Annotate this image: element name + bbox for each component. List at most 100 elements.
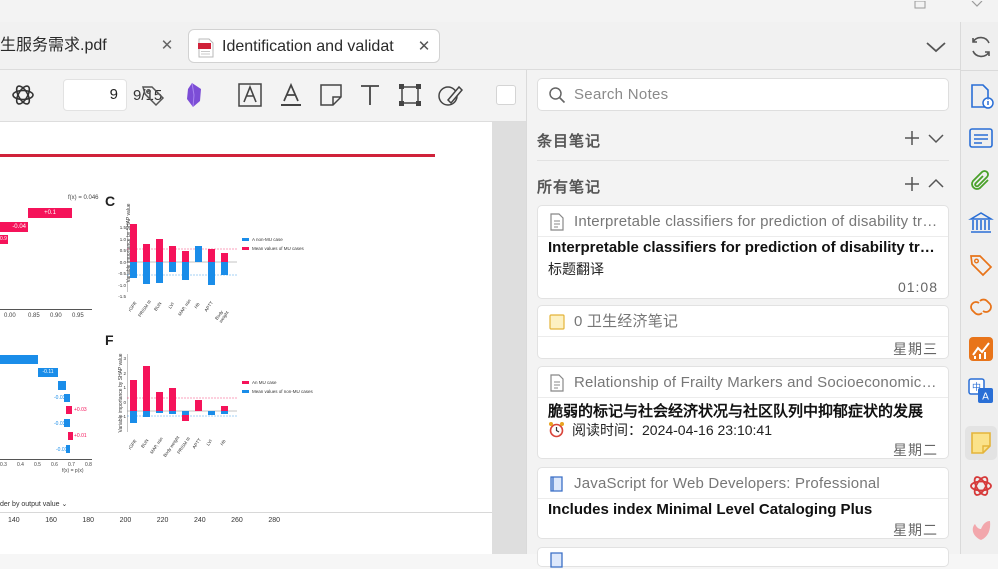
x-category: PRISM III	[137, 299, 153, 318]
maximize-icon[interactable]	[909, 0, 931, 10]
right-sidebar: 中A	[960, 22, 998, 554]
note-card-header: JavaScript for Web Developers: Professio…	[548, 474, 940, 494]
draw-pen-icon[interactable]	[437, 82, 464, 108]
x-category: rGFR	[127, 438, 138, 451]
legend-label: An MU case	[252, 380, 277, 385]
panel-f-yticks: 3 2 1 0 -1	[118, 352, 126, 432]
pdf-toolbar: 9 9/15	[0, 70, 526, 122]
legend-label: Mean values of MU cases	[252, 246, 304, 251]
axis-tick: 0.5	[119, 248, 126, 253]
translate-icon[interactable]: 中A	[968, 378, 994, 404]
axis-tick: 140	[8, 517, 20, 524]
color-picker-swatch[interactable]	[496, 85, 516, 105]
item-info-icon[interactable]	[968, 83, 994, 109]
waterfall-bar	[58, 381, 66, 390]
x-category: BUN	[139, 438, 150, 449]
axis-tick: 0.6	[51, 462, 58, 468]
note-card[interactable]	[537, 547, 949, 568]
metrics-chart-icon[interactable]	[968, 336, 994, 362]
add-note-icon[interactable]	[903, 175, 923, 195]
note-card[interactable]: Relationship of Frailty Markers and Soci…	[537, 366, 949, 459]
abstract-icon[interactable]	[968, 125, 994, 151]
obsidian-icon[interactable]	[181, 82, 207, 108]
search-box[interactable]	[537, 78, 949, 111]
waterfall-bar: -0.04	[0, 222, 28, 232]
panel-c-legend: A non-MU case Mean values of MU cases	[242, 235, 304, 253]
tab-document-2[interactable]: Identification and validat ✕	[188, 29, 440, 63]
window-top-strip	[0, 0, 998, 22]
axis-tick: 240	[193, 517, 206, 524]
axis-tick: 260	[231, 517, 243, 524]
page-number-input[interactable]: 9	[63, 79, 127, 111]
waterfall-label: +0.03	[74, 407, 87, 413]
svg-text:A: A	[982, 392, 989, 403]
sidebar-divider	[961, 70, 998, 71]
waterfall-output-label: f(x) = p(x)	[62, 468, 84, 474]
area-select-icon[interactable]	[397, 82, 423, 108]
library-icon[interactable]	[968, 210, 994, 236]
axis-tick: 0.90	[50, 313, 62, 319]
note-card[interactable]: 0 卫生经济笔记 星期三	[537, 305, 949, 359]
document-icon	[550, 374, 564, 392]
add-item-note-icon[interactable]	[903, 129, 923, 149]
note-source-title: 0 卫生经济笔记	[574, 313, 679, 330]
text-tool-icon[interactable]	[357, 82, 383, 108]
x-category: BUN	[152, 301, 163, 312]
waterfall-bar	[66, 406, 72, 414]
note-source-title: Interpretable classifiers for prediction…	[574, 213, 940, 230]
search-notes-input[interactable]	[574, 79, 934, 110]
x-category: Body weight	[214, 309, 230, 324]
panel-c-yticks: 1.5 1.0 0.5 0.0 -0.5 -1.0 -1.5	[116, 222, 126, 302]
note-body-text: 阅读时间：2024-04-16 23:10:41	[572, 422, 772, 438]
legend-entry: Mean values of non-MU cases	[242, 387, 313, 396]
axis-tick: 0.3	[0, 462, 7, 468]
pdf-file-icon	[197, 37, 215, 62]
axis-tick: 3	[123, 356, 126, 361]
notes-icon[interactable]	[968, 430, 994, 456]
waterfall-bar	[64, 394, 70, 402]
waterfall-bar	[68, 432, 73, 440]
legend-label: Mean values of non-MU cases	[252, 389, 313, 394]
axis-tick: 0.5	[34, 462, 41, 468]
axis-tick: 160	[45, 517, 57, 524]
pdf-scrollbar[interactable]	[512, 122, 522, 554]
sync-icon[interactable]	[968, 34, 994, 60]
axis-tick: 0	[123, 399, 126, 405]
tag-icon[interactable]	[968, 252, 994, 278]
note-body: 标题翻译	[548, 261, 604, 277]
axis-tick: 200	[119, 517, 132, 524]
note-card[interactable]: Interpretable classifiers for prediction…	[537, 205, 949, 299]
tab-document-1[interactable]: 生服务需求.pdf	[0, 29, 150, 63]
openai-icon[interactable]	[10, 82, 36, 108]
note-card[interactable]: JavaScript for Web Developers: Professio…	[537, 467, 949, 539]
axis-tick: -1	[121, 414, 126, 419]
note-source-title: Relationship of Frailty Markers and Soci…	[574, 374, 940, 391]
waterfall-bar: +0.1	[28, 208, 72, 218]
x-category: APTT	[203, 300, 215, 313]
text-box-icon[interactable]	[237, 82, 263, 108]
waterfall-label: +0.01	[74, 433, 87, 439]
tab-close-icon[interactable]: ✕	[415, 30, 433, 62]
chevron-down-icon[interactable]	[927, 129, 947, 149]
chatgpt-icon[interactable]	[968, 473, 994, 499]
close-window-icon[interactable]	[966, 0, 988, 10]
note-card-header: 0 卫生经济笔记	[548, 312, 940, 332]
plugin-icon[interactable]	[968, 516, 994, 542]
note-body: 阅读时间：2024-04-16 23:10:41	[548, 420, 940, 440]
sticky-note-icon[interactable]	[318, 82, 344, 108]
chevron-down-icon[interactable]	[924, 35, 948, 59]
text-underline-icon[interactable]	[278, 82, 304, 108]
attachment-icon[interactable]	[968, 168, 994, 194]
tag-icon[interactable]	[140, 82, 166, 108]
tab-close-icon[interactable]: ✕	[158, 37, 176, 55]
axis-tick: 0.8	[85, 462, 92, 468]
document-icon	[550, 213, 564, 231]
x-category: MAP, min	[148, 436, 164, 455]
waterfall-bar	[66, 445, 70, 453]
chevron-up-icon[interactable]	[927, 175, 947, 195]
axis-tick: 0.4	[17, 462, 24, 468]
axis-tick: 220	[156, 517, 169, 524]
axis-tick: 280	[268, 517, 280, 524]
note-title: Includes index Minimal Level Cataloging …	[548, 501, 873, 518]
related-link-icon[interactable]	[968, 294, 994, 320]
